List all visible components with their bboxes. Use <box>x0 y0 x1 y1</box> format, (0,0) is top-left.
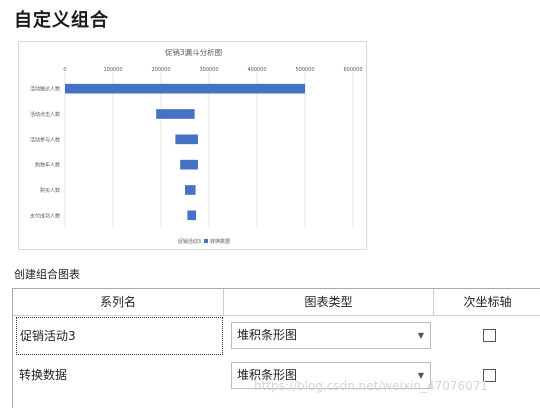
category-label: 活动触达人数 <box>30 86 60 93</box>
category-label: 购买人数 <box>40 187 60 194</box>
secondary-axis-checkbox[interactable] <box>483 329 496 342</box>
category-label: 支付成功人数 <box>30 212 60 219</box>
chart-type-select[interactable]: 堆积条形图 ▼ <box>231 322 431 349</box>
bar <box>65 83 305 94</box>
legend-swatch <box>204 239 208 243</box>
category-label: 购物车人数 <box>35 162 60 169</box>
x-tick-label: 200000 <box>151 67 170 73</box>
x-tick-label: 0 <box>63 67 66 73</box>
header-chart-type: 图表类型 <box>224 289 434 316</box>
bar <box>175 134 198 145</box>
series-name-cell[interactable]: 促销活动3 <box>16 317 223 355</box>
chevron-down-icon: ▼ <box>417 331 424 340</box>
legend-label: 转换数据 <box>210 238 230 245</box>
bar <box>156 109 195 119</box>
category-label: 活动点击人数 <box>30 111 60 118</box>
chart-type-value: 堆积条形图 <box>237 328 298 342</box>
bar <box>180 159 198 170</box>
watermark: https://blog.csdn.net/weixin_47076071 <box>254 379 489 393</box>
x-tick-label: 300000 <box>199 67 218 73</box>
funnel-chart: 促销3漏斗分析图 0 100000 200000 300000 400000 500000 6… <box>30 47 363 245</box>
series-name-cell[interactable]: 转换数据 <box>16 357 223 395</box>
x-tick-label: 400000 <box>247 67 266 73</box>
bar <box>187 210 197 221</box>
bar <box>185 185 196 195</box>
category-label: 活动参与人数 <box>30 136 60 143</box>
header-secondary-axis: 次坐标轴 <box>434 289 540 316</box>
x-tick-label: 600000 <box>343 67 362 73</box>
x-tick-label: 100000 <box>103 67 122 73</box>
header-series-name: 系列名 <box>13 289 224 316</box>
page-title: 自定义组合 <box>14 10 109 31</box>
x-tick-label: 500000 <box>295 67 314 73</box>
chart-title: 促销3漏斗分析图 <box>165 47 222 57</box>
chart-preview: 促销3漏斗分析图 0 100000 200000 300000 400000 500000 6… <box>18 41 367 250</box>
legend-label: 促销活动3 <box>178 238 201 245</box>
section-label: 创建组合图表 <box>14 268 80 281</box>
table-row: 促销活动3 堆积条形图 ▼ <box>13 317 540 357</box>
